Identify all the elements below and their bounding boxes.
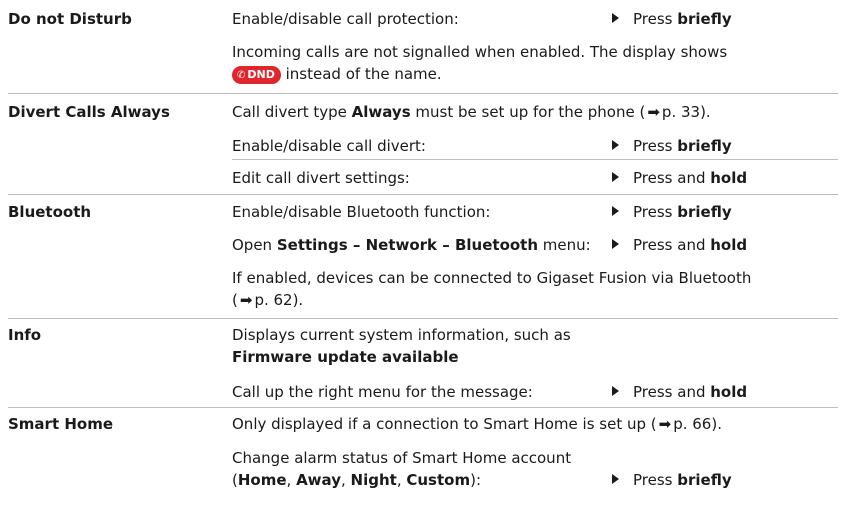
smarthome-change-action: Press briefly [612, 471, 732, 489]
triangle-right-icon [612, 13, 619, 23]
dnd-note-line2: ✆ DND instead of the name. [232, 65, 442, 84]
row-divider [8, 93, 838, 94]
triangle-right-icon [612, 140, 619, 150]
info-callup-action: Press and hold [612, 383, 747, 401]
bluetooth-note-line2: (➡ p. 62). [232, 291, 304, 309]
divert-edit: Edit call divert settings: [232, 169, 410, 187]
bluetooth-enable-action: Press briefly [612, 203, 732, 221]
triangle-right-icon [612, 474, 619, 484]
row-label-info: Info [8, 326, 42, 344]
smarthome-change: Change alarm status of Smart Home accoun… [232, 449, 572, 467]
row-label-dnd: Do not Disturb [8, 10, 132, 28]
row-divider [8, 407, 838, 408]
info-callup: Call up the right menu for the message: [232, 383, 533, 401]
bluetooth-note-line1: If enabled, devices can be connected to … [232, 269, 752, 287]
info-line2: Firmware update available [232, 348, 459, 366]
sub-divider [232, 159, 838, 160]
triangle-right-icon [612, 239, 619, 249]
divert-enable: Enable/disable call divert: [232, 137, 426, 155]
dnd-badge-icon: ✆ DND [232, 66, 281, 84]
info-line1: Displays current system information, suc… [232, 326, 571, 344]
bluetooth-open: Open Settings – Network – Bluetooth menu… [232, 236, 591, 254]
phone-icon: ✆ [237, 70, 246, 81]
smarthome-options: (Home, Away, Night, Custom): [232, 471, 482, 489]
row-divider [8, 194, 838, 195]
divert-enable-action: Press briefly [612, 137, 732, 155]
row-label-bluetooth: Bluetooth [8, 203, 92, 221]
manual-page: Do not Disturb Enable/disable call prote… [0, 0, 844, 513]
arrow-right-icon: ➡ [239, 291, 253, 309]
row-label-divert: Divert Calls Always [8, 103, 170, 121]
bluetooth-enable: Enable/disable Bluetooth function: [232, 203, 491, 221]
arrow-right-icon: ➡ [647, 103, 660, 121]
row-label-smarthome: Smart Home [8, 415, 114, 433]
triangle-right-icon [612, 206, 619, 216]
bluetooth-open-action: Press and hold [612, 236, 747, 254]
triangle-right-icon [612, 172, 619, 182]
dnd-action: Press briefly [612, 10, 732, 28]
arrow-right-icon: ➡ [658, 415, 672, 433]
dnd-desc: Enable/disable call protection: [232, 10, 459, 28]
dnd-note-line1: Incoming calls are not signalled when en… [232, 43, 728, 61]
divert-line1: Call divert type Always must be set up f… [232, 103, 711, 121]
divert-edit-action: Press and hold [612, 169, 747, 187]
row-divider [8, 318, 838, 319]
triangle-right-icon [612, 386, 619, 396]
smarthome-line1: Only displayed if a connection to Smart … [232, 415, 722, 433]
